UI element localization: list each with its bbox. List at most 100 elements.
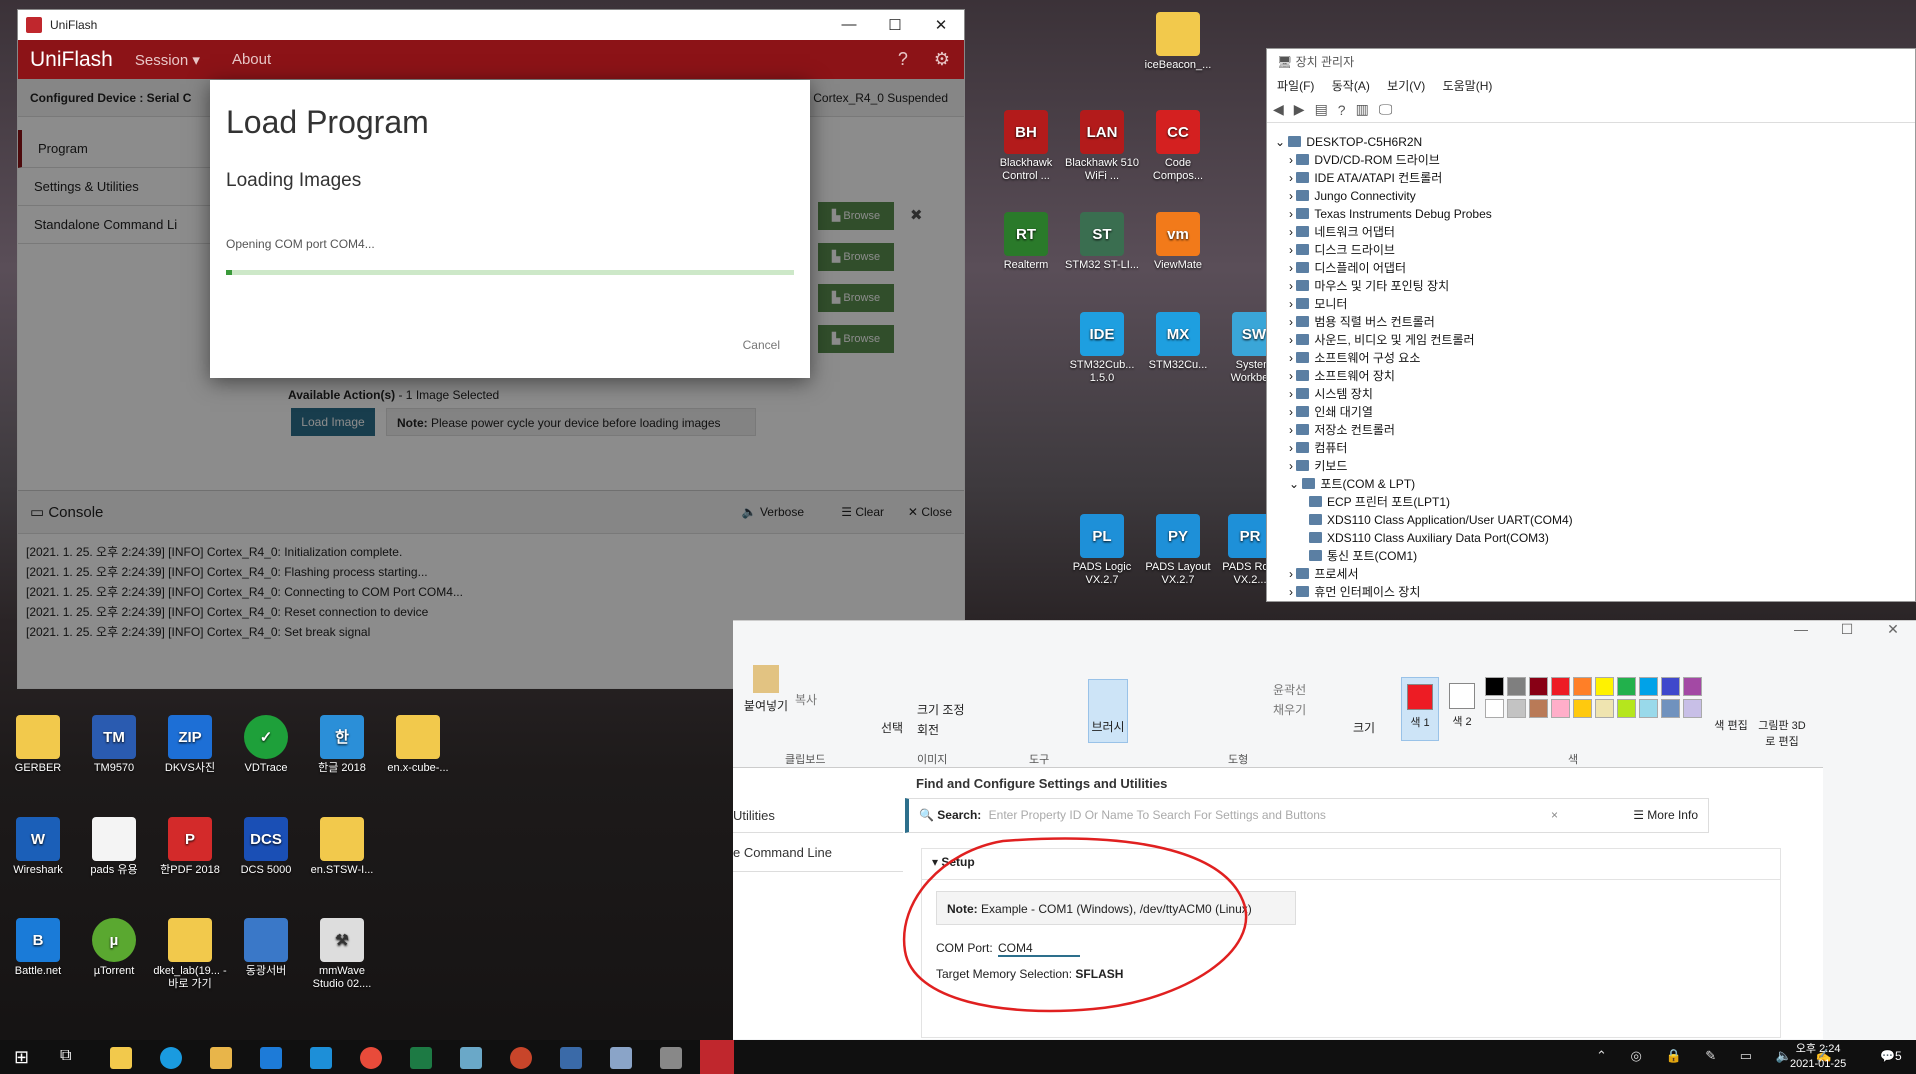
desktop-icon[interactable]: TM TM9570	[76, 715, 152, 775]
tree-item[interactable]: ECP 프린터 포트(LPT1)	[1309, 493, 1450, 511]
palette-swatch[interactable]	[1617, 677, 1636, 696]
size-button[interactable]: 크기	[1353, 719, 1375, 736]
app-icon[interactable]	[310, 1047, 332, 1069]
palette-swatch[interactable]	[1595, 677, 1614, 696]
task-view-icon[interactable]: ⧉	[60, 1047, 71, 1065]
desktop-icon[interactable]: RT Realterm	[988, 212, 1064, 272]
select-button[interactable]: 선택	[881, 719, 903, 736]
rotate-button[interactable]: 회전	[917, 721, 939, 738]
palette-swatch[interactable]	[1683, 699, 1702, 718]
minimize-button[interactable]: —	[1778, 621, 1824, 638]
app-icon[interactable]	[260, 1047, 282, 1069]
back-icon[interactable]: ◀	[1273, 101, 1284, 118]
desktop-icon[interactable]: PL PADS Logic VX.2.7	[1064, 514, 1140, 587]
close-button[interactable]: ✕	[918, 16, 964, 34]
search-input[interactable]: Enter Property ID Or Name To Search For …	[989, 808, 1326, 822]
more-info-button[interactable]: ☰ More Info	[1633, 799, 1698, 832]
fill-button[interactable]: 채우기	[1273, 701, 1306, 718]
palette-swatch[interactable]	[1595, 699, 1614, 718]
help-icon[interactable]: ?	[1338, 102, 1346, 118]
tree-item[interactable]: › 사운드, 비디오 및 게임 컨트롤러	[1289, 331, 1475, 349]
outline-button[interactable]: 윤곽선	[1273, 681, 1306, 698]
palette-swatch[interactable]	[1485, 699, 1504, 718]
palette-swatch[interactable]	[1573, 677, 1592, 696]
tree-item[interactable]: › 소프트웨어 장치	[1289, 367, 1395, 385]
app-icon[interactable]	[460, 1047, 482, 1069]
desktop-icon[interactable]: 동광서버	[228, 918, 304, 978]
forward-icon[interactable]: ▶	[1294, 101, 1305, 118]
app-icon[interactable]	[560, 1047, 582, 1069]
desktop-icon[interactable]: BH Blackhawk Control ...	[988, 110, 1064, 183]
explorer-icon[interactable]	[210, 1047, 232, 1069]
tree-item[interactable]: › 저장소 컨트롤러	[1289, 421, 1395, 439]
tree-item[interactable]: › 프로세서	[1289, 565, 1359, 583]
close-button[interactable]: ✕	[1870, 621, 1916, 638]
desktop-icon[interactable]: en.STSW-I...	[304, 817, 380, 877]
desktop-icon[interactable]: IDE STM32Cub... 1.5.0	[1064, 312, 1140, 385]
desktop-icon[interactable]: ✓ VDTrace	[228, 715, 304, 775]
tree-item[interactable]: › 휴먼 인터페이스 장치	[1289, 583, 1420, 601]
cancel-button[interactable]: Cancel	[743, 338, 780, 352]
tree-item[interactable]: › 마우스 및 기타 포인팅 장치	[1289, 277, 1449, 295]
paint3d-button[interactable]: 그림판 3D로 편집	[1757, 717, 1807, 749]
sidebar-item-utilities[interactable]: Utilities	[733, 798, 903, 833]
maximize-button[interactable]: ☐	[872, 16, 918, 34]
desktop-icon[interactable]: LAN Blackhawk 510 WiFi ...	[1064, 110, 1140, 183]
tree-item[interactable]: › Jungo Connectivity	[1289, 187, 1416, 205]
palette-swatch[interactable]	[1529, 677, 1548, 696]
palette-swatch[interactable]	[1551, 677, 1570, 696]
tree-item[interactable]: › IDE ATA/ATAPI 컨트롤러	[1289, 169, 1442, 187]
help-icon[interactable]: ?	[898, 49, 908, 70]
desktop-icon[interactable]: en.x-cube-...	[380, 715, 456, 775]
palette-swatch[interactable]	[1551, 699, 1570, 718]
minimize-button[interactable]: —	[826, 16, 872, 34]
session-menu[interactable]: Session ▾	[135, 51, 200, 69]
about-menu[interactable]: About	[232, 51, 271, 68]
tree-item[interactable]: › 소프트웨어 구성 요소	[1289, 349, 1420, 367]
color1-button[interactable]: 색 1	[1401, 677, 1439, 741]
resize-button[interactable]: 크기 조정	[917, 701, 965, 718]
palette-swatch[interactable]	[1617, 699, 1636, 718]
dm-menu-file[interactable]: 파일(F)	[1277, 79, 1314, 93]
chrome-icon[interactable]	[360, 1047, 382, 1069]
tree-item[interactable]: ⌄ 포트(COM & LPT)	[1289, 475, 1415, 493]
desktop-icon[interactable]: DCS DCS 5000	[228, 817, 304, 877]
brush-button[interactable]: 브러시	[1088, 679, 1128, 743]
tree-item[interactable]: › 시스템 장치	[1289, 385, 1373, 403]
palette-swatch[interactable]	[1573, 699, 1592, 718]
desktop-icon[interactable]: GERBER	[0, 715, 76, 775]
tree-item[interactable]: XDS110 Class Auxiliary Data Port(COM3)	[1309, 529, 1549, 547]
gear-icon[interactable]: ⚙	[934, 49, 950, 70]
desktop-icon[interactable]: ST STM32 ST-LI...	[1064, 212, 1140, 272]
palette-swatch[interactable]	[1639, 699, 1658, 718]
app-icon[interactable]	[660, 1047, 682, 1069]
tree-item[interactable]: › 디스플레이 어댑터	[1289, 259, 1406, 277]
app-icon[interactable]	[610, 1047, 632, 1069]
maximize-button[interactable]: ☐	[1824, 621, 1870, 638]
edit-colors-button[interactable]: 색 편집	[1713, 717, 1749, 733]
desktop-icon[interactable]: PY PADS Layout VX.2.7	[1140, 514, 1216, 587]
desktop-icon[interactable]: 한 한글 2018	[304, 715, 380, 775]
paste-button[interactable]: 붙여넣기	[741, 665, 791, 714]
dm-menu-action[interactable]: 동작(A)	[1332, 79, 1370, 93]
edge-icon[interactable]	[160, 1047, 182, 1069]
tree-item[interactable]: › 키보드	[1289, 457, 1347, 475]
palette-swatch[interactable]	[1661, 699, 1680, 718]
tree-item[interactable]: › 모니터	[1289, 295, 1347, 313]
excel-icon[interactable]	[410, 1047, 432, 1069]
notification-icon[interactable]: 💬5	[1880, 1049, 1902, 1063]
desktop-icon[interactable]: CC Code Compos...	[1140, 110, 1216, 183]
desktop-icon[interactable]: dket_lab(19... - 바로 가기	[152, 918, 228, 991]
desktop-icon[interactable]: ZIP DKVS사진	[152, 715, 228, 775]
properties-icon[interactable]: ▤	[1315, 101, 1328, 118]
palette-swatch[interactable]	[1507, 699, 1526, 718]
sticky-notes-icon[interactable]	[110, 1047, 132, 1069]
clock[interactable]: 오후 2:24 2021-01-25	[1790, 1042, 1846, 1072]
tree-item[interactable]: › DVD/CD-ROM 드라이브	[1289, 151, 1440, 169]
desktop-icon[interactable]: pads 유용	[76, 817, 152, 877]
tree-root[interactable]: ⌄ DESKTOP-C5H6R2N	[1275, 133, 1422, 151]
monitor-icon[interactable]: 🖵	[1379, 101, 1393, 118]
palette-swatch[interactable]	[1661, 677, 1680, 696]
palette-swatch[interactable]	[1485, 677, 1504, 696]
copy-button[interactable]: 복사	[795, 691, 817, 708]
